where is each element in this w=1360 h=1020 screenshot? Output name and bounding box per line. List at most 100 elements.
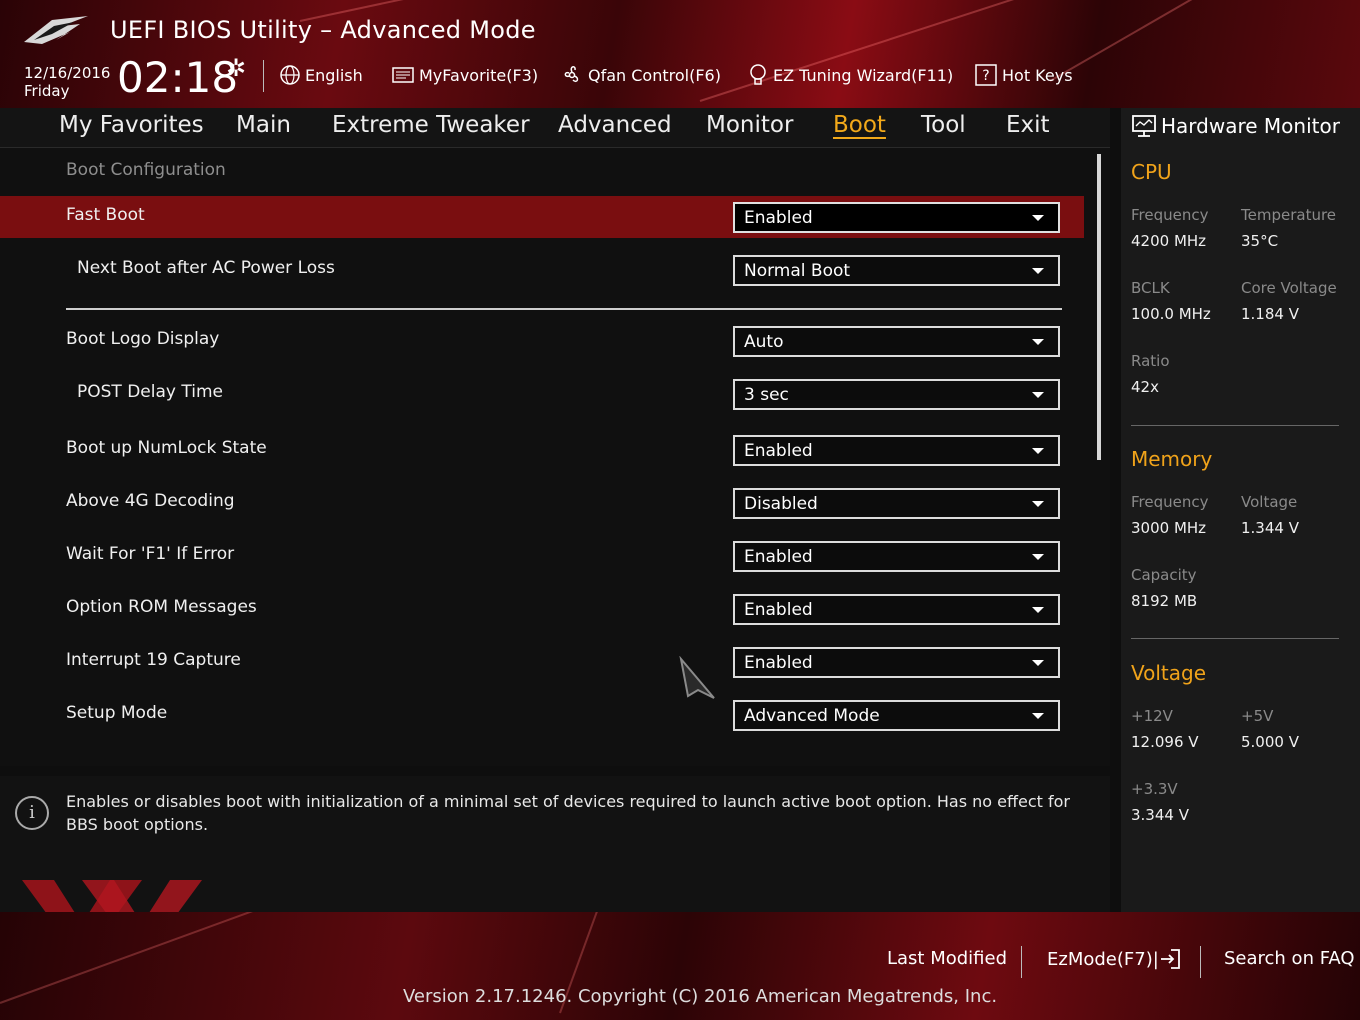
bulb-icon [750,64,766,85]
dropdown-value: 3 sec [744,385,789,405]
v12-value: 12.096 V [1131,733,1199,751]
myfavorite-button[interactable]: MyFavorite(F3) [391,62,538,88]
day-text: Friday [24,82,70,100]
tab-extreme-tweaker[interactable]: Extreme Tweaker [332,112,530,138]
cpu-heading: CPU [1131,160,1172,184]
fast-boot-dropdown[interactable]: Enabled [733,202,1060,233]
cpu-temperature-label: Temperature [1241,206,1337,224]
setting-row-wait-for-f1[interactable]: Wait For 'F1' If Error Enabled [0,535,1084,577]
setting-row-fast-boot[interactable]: Fast Boot Enabled [0,196,1084,238]
header-bar: UEFI BIOS Utility – Advanced Mode 12/16/… [0,0,1360,108]
chevron-down-icon [1032,607,1044,613]
clock-display: 02:18 [117,53,239,102]
tab-advanced[interactable]: Advanced [558,112,672,138]
clock-settings-icon[interactable]: ✲ [226,54,246,82]
setting-row-above-4g-decoding[interactable]: Above 4G Decoding Disabled [0,482,1084,524]
ezmode-button[interactable]: EzMode(F7)| [1047,948,1181,970]
ratio-value: 42x [1131,378,1159,396]
favorite-icon [392,67,414,83]
next-boot-dropdown[interactable]: Normal Boot [733,255,1060,286]
settings-panel: Boot Configuration Fast Boot Enabled Nex… [0,148,1110,766]
setup-mode-dropdown[interactable]: Advanced Mode [733,700,1060,731]
setting-label: Wait For 'F1' If Error [66,544,235,564]
ez-tuning-wizard-button[interactable]: EZ Tuning Wizard(F11) [747,62,953,88]
ratio-label: Ratio [1131,352,1170,370]
header-decoration [1049,0,1311,82]
setting-label: Fast Boot [66,205,145,225]
core-voltage-label: Core Voltage [1241,279,1337,297]
setting-label: Above 4G Decoding [66,491,235,511]
bclk-value: 100.0 MHz [1131,305,1211,323]
chevron-down-icon [1032,268,1044,274]
chevron-down-icon [1032,392,1044,398]
hot-keys-button[interactable]: ? Hot Keys [974,62,1073,88]
tab-tool[interactable]: Tool [921,112,966,138]
tab-boot[interactable]: Boot [833,112,886,138]
option-rom-dropdown[interactable]: Enabled [733,594,1060,625]
capacity-value: 8192 MB [1131,592,1198,610]
myfavorite-label: MyFavorite(F3) [419,65,539,85]
bclk-label: BCLK [1131,279,1170,297]
svg-text:?: ? [982,68,989,84]
date-text: 12/16/2016 [24,64,111,82]
interrupt-19-dropdown[interactable]: Enabled [733,647,1060,678]
exit-arrow-icon [1160,949,1180,969]
help-icon: ? [975,64,997,86]
hardware-monitor-label: Hardware Monitor [1161,114,1340,138]
qfan-control-label: Qfan Control(F6) [588,65,721,85]
memory-frequency-label: Frequency [1131,493,1209,511]
setting-label: POST Delay Time [77,382,223,402]
language-label: English [305,65,363,85]
memory-frequency-value: 3000 MHz [1131,519,1207,537]
cpu-frequency-value: 4200 MHz [1131,232,1207,250]
post-delay-dropdown[interactable]: 3 sec [733,379,1060,410]
chevron-down-icon [1032,448,1044,454]
hardware-monitor-title: Hardware Monitor [1131,114,1340,138]
tab-monitor[interactable]: Monitor [706,112,793,138]
main-tab-bar: My Favorites Main Extreme Tweaker Advanc… [0,108,1110,148]
dropdown-value: Auto [744,332,784,352]
setting-row-option-rom-messages[interactable]: Option ROM Messages Enabled [0,588,1084,630]
boot-logo-dropdown[interactable]: Auto [733,326,1060,357]
setting-label: Interrupt 19 Capture [66,650,241,670]
tab-exit[interactable]: Exit [1006,112,1050,138]
memory-voltage-value: 1.344 V [1241,519,1299,537]
rog-logo-icon [24,16,88,44]
dropdown-value: Enabled [744,600,813,620]
language-button[interactable]: English [279,62,363,88]
footer-separator [1200,946,1201,978]
monitor-divider [1131,425,1339,426]
search-faq-button[interactable]: Search on FAQ [1224,948,1355,969]
dropdown-value: Enabled [744,547,813,567]
setting-row-next-boot-ac-power-loss[interactable]: Next Boot after AC Power Loss Normal Boo… [0,249,1084,291]
above-4g-dropdown[interactable]: Disabled [733,488,1060,519]
setting-label: Setup Mode [66,703,168,723]
settings-scrollbar[interactable] [1097,154,1101,460]
last-modified-button[interactable]: Last Modified [887,948,1007,969]
numlock-dropdown[interactable]: Enabled [733,435,1060,466]
dropdown-value: Enabled [744,208,813,228]
info-icon: i [15,796,49,830]
section-divider [66,308,1062,310]
setting-label: Boot up NumLock State [66,438,267,458]
footer-bar: Last Modified EzMode(F7)| Search on FAQ … [0,912,1360,1020]
setting-row-boot-logo-display[interactable]: Boot Logo Display Auto [0,320,1084,362]
tab-main[interactable]: Main [236,112,291,138]
dropdown-value: Normal Boot [744,261,851,281]
setting-row-setup-mode[interactable]: Setup Mode Advanced Mode [0,694,1084,736]
ezmode-label: EzMode(F7)| [1047,948,1159,970]
monitor-icon [1132,115,1156,137]
globe-icon [280,65,300,85]
setting-row-interrupt-19-capture[interactable]: Interrupt 19 Capture Enabled [0,641,1084,683]
version-text: Version 2.17.1246. Copyright (C) 2016 Am… [403,986,998,1007]
wait-f1-dropdown[interactable]: Enabled [733,541,1060,572]
mouse-cursor-icon [679,656,715,699]
monitor-divider [1131,638,1339,639]
v12-label: +12V [1131,707,1173,725]
setting-row-post-delay-time[interactable]: POST Delay Time 3 sec [0,373,1084,415]
qfan-control-button[interactable]: Qfan Control(F6) [560,62,721,88]
setting-row-numlock-state[interactable]: Boot up NumLock State Enabled [0,429,1084,471]
tab-my-favorites[interactable]: My Favorites [59,112,204,138]
v33-label: +3.3V [1131,780,1178,798]
memory-voltage-label: Voltage [1241,493,1298,511]
